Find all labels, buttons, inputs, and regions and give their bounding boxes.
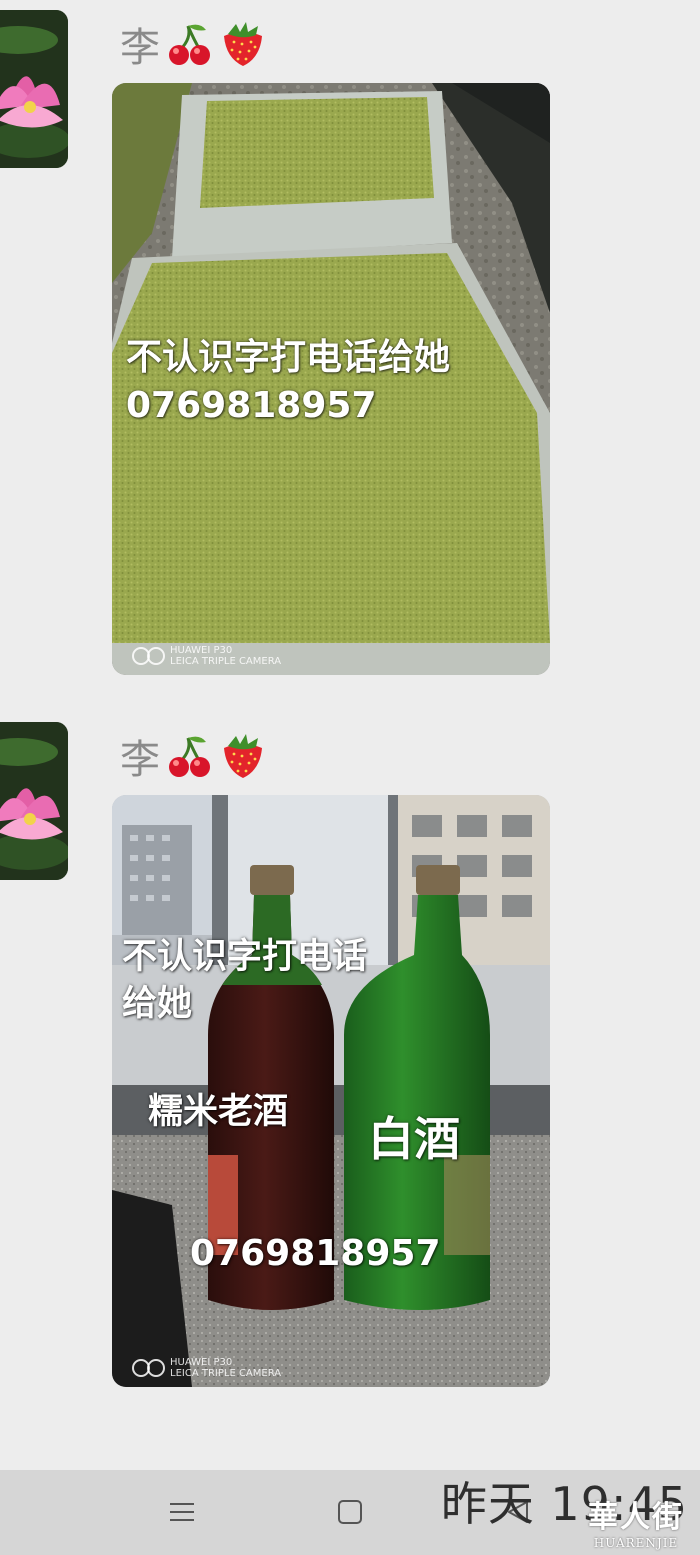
logo-text: 華人街 [588,1500,684,1535]
strawberry-icon [220,20,266,75]
cherry-icon [166,20,214,75]
sender-label: 李 [120,24,160,71]
menu-icon[interactable] [160,1492,204,1532]
image-message[interactable]: 不认识字打电话 给她 糯米老酒 白酒 0769818957 HUAWEI P30… [112,795,550,1387]
home-icon[interactable] [328,1492,372,1532]
cherry-icon [166,732,214,787]
leica-rings-icon [132,1359,165,1377]
logo-subtext: HUARENJIE [593,1536,679,1550]
leica-rings-icon [132,647,165,665]
avatar[interactable] [0,10,68,168]
lotus-avatar-image [0,10,68,168]
site-logo: 華人街 HUARENJIE [588,1492,684,1550]
strawberry-icon [220,732,266,787]
bottle-label-left: 糯米老酒 [148,1092,289,1132]
sender-name: 李 [120,732,266,787]
chat-message: 李 [0,10,700,680]
watermark-line: HUAWEI P30 [170,1357,233,1368]
camera-watermark: HUAWEI P30 LEICA TRIPLE CAMERA [132,645,281,667]
image-message[interactable]: 不认识字打电话给她 0769818957 HUAWEI P30 LEICA TR… [112,83,550,675]
watermark-line: HUAWEI P30 [170,645,233,656]
photo-caption: 不认识字打电话 [122,937,368,977]
chat-message: 李 [0,722,700,1392]
bottle-label-right: 白酒 [368,1112,460,1166]
photo-caption: 给她 [122,984,193,1024]
phone-number: 0769818957 [190,1233,441,1274]
camera-watermark: HUAWEI P30 LEICA TRIPLE CAMERA [132,1357,281,1379]
phone-number: 0769818957 [126,385,377,426]
sender-label: 李 [120,736,160,783]
watermark-line: LEICA TRIPLE CAMERA [170,1368,282,1379]
watermark-line: LEICA TRIPLE CAMERA [170,656,282,667]
photo-caption: 不认识字打电话给她 [126,337,451,378]
sender-name: 李 [120,20,266,75]
avatar[interactable] [0,722,68,880]
lotus-avatar-image [0,722,68,880]
